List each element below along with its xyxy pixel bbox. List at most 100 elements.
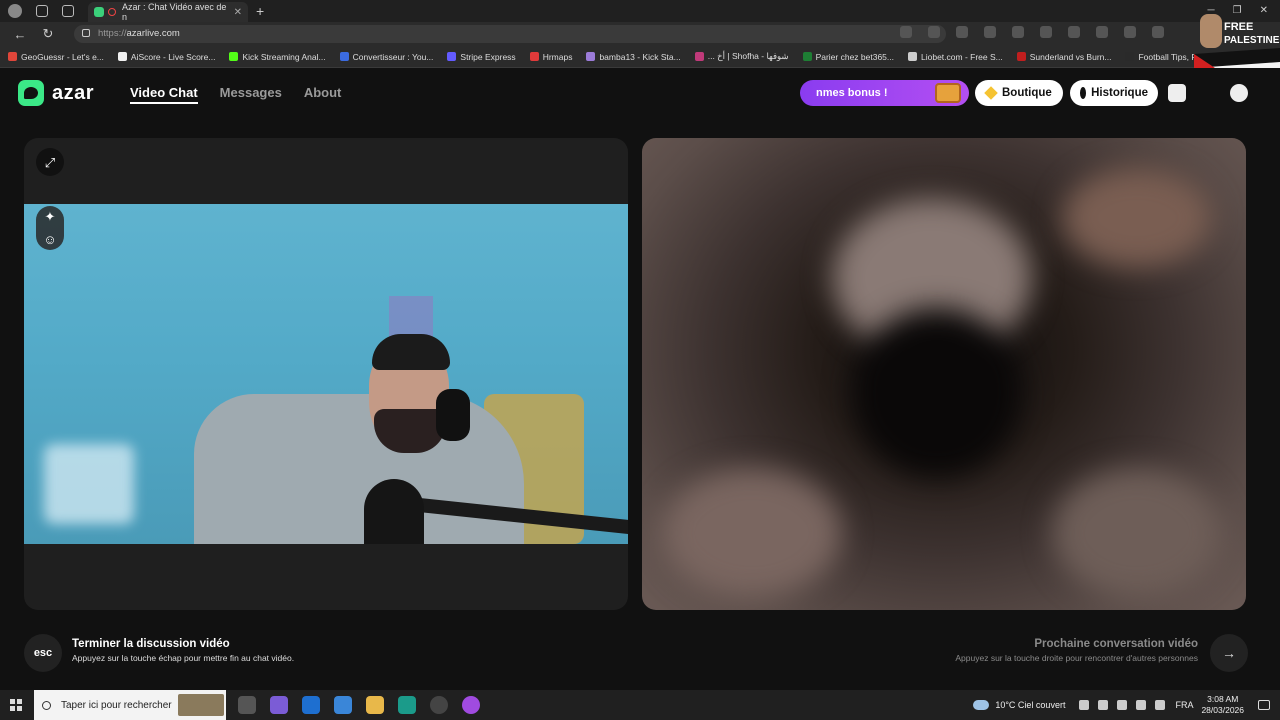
- bookmark-item[interactable]: GeoGuessr - Let's e...: [8, 52, 104, 62]
- bookmark-item[interactable]: Hrmaps: [529, 51, 573, 62]
- language-indicator[interactable]: FRA: [1175, 700, 1193, 710]
- clock[interactable]: 3:08 AM 28/03/2026: [1201, 694, 1244, 716]
- extension-icon[interactable]: [1068, 26, 1080, 38]
- windows-taskbar: Taper ici pour rechercher 10°C Ciel couv…: [0, 690, 1280, 720]
- clock-date: 28/03/2026: [1201, 705, 1244, 715]
- bookmark-favicon-icon: [908, 52, 917, 61]
- inbox-icon[interactable]: [1168, 84, 1186, 102]
- extension-icon[interactable]: [1012, 26, 1024, 38]
- extension-icon[interactable]: [1040, 26, 1052, 38]
- obs-icon[interactable]: [430, 696, 448, 714]
- chevron-up-icon[interactable]: [1079, 700, 1090, 710]
- bookmark-item[interactable]: Liobet.com - Free S...: [908, 52, 1003, 62]
- back-icon[interactable]: ←: [12, 27, 28, 42]
- clock-icon: [1080, 87, 1087, 99]
- bookmark-item[interactable]: Sunderland vs Burn...: [1016, 51, 1112, 62]
- reload-icon[interactable]: ↻: [40, 26, 56, 42]
- copilot-icon[interactable]: [270, 696, 288, 714]
- arrow-right-icon: →: [1222, 645, 1236, 661]
- bookmark-label: Parier chez bet365...: [815, 51, 894, 62]
- new-tab-icon[interactable]: +: [256, 3, 264, 19]
- nav-video-chat[interactable]: Video Chat: [130, 85, 198, 104]
- main-nav: Video Chat Messages About: [130, 85, 341, 104]
- magic-wand-icon[interactable]: ✦: [45, 210, 56, 223]
- bonus-banner[interactable]: nmes bonus !: [800, 80, 969, 106]
- file-explorer-icon[interactable]: [366, 696, 384, 714]
- download-icon[interactable]: [1152, 26, 1164, 38]
- boutique-label: Boutique: [1002, 87, 1052, 99]
- edge-icon[interactable]: [398, 696, 416, 714]
- my-camera-feed: [24, 204, 628, 544]
- network-icon[interactable]: [1136, 700, 1147, 710]
- nav-about[interactable]: About: [304, 85, 342, 104]
- bookmark-label: Sunderland vs Burn...: [1029, 51, 1112, 62]
- flag-text-free: FREE: [1224, 21, 1253, 33]
- task-view-icon[interactable]: [238, 696, 256, 714]
- expand-button[interactable]: ⤢: [36, 148, 64, 176]
- azar-logo[interactable]: azar: [18, 80, 94, 106]
- bookmark-item[interactable]: Kick Streaming Anal...: [229, 52, 326, 62]
- blurred-region: [1062, 168, 1212, 268]
- browser-toolbar-icons: [900, 26, 1164, 38]
- notification-icon[interactable]: [1258, 700, 1270, 710]
- store-icon[interactable]: [334, 696, 352, 714]
- lock-icon: [82, 29, 90, 37]
- volume-icon[interactable]: [1155, 700, 1166, 710]
- search-highlight-image: [178, 694, 224, 716]
- boutique-button[interactable]: Boutique: [975, 80, 1063, 106]
- end-chat-hint: Terminer la discussion vidéo Appuyez sur…: [72, 638, 294, 663]
- system-tray: 10°C Ciel couvert FRA 3:08 AM 28/03/2026: [973, 690, 1280, 720]
- bookmark-label: Hrmaps: [542, 51, 573, 62]
- recording-icon: [107, 8, 116, 16]
- tab-actions-icon[interactable]: [62, 5, 74, 17]
- bookmark-label: Convertisseur : You...: [352, 51, 434, 62]
- cast-icon[interactable]: [900, 26, 912, 38]
- app-icon[interactable]: [928, 26, 940, 38]
- blurred-region: [1052, 468, 1222, 598]
- azar-logo-icon: [18, 80, 44, 106]
- bookmark-item[interactable]: Convertisseur : You...: [339, 51, 434, 62]
- clock-time: 3:08 AM: [1207, 694, 1239, 704]
- browser-tab-active[interactable]: Azar : Chat Vidéo avec de n ✕: [88, 2, 248, 22]
- extension-icon[interactable]: [984, 26, 996, 38]
- azar-favicon-icon: [94, 7, 104, 17]
- bookmark-favicon-icon: [339, 52, 349, 61]
- taskbar-apps: [238, 696, 480, 714]
- blurred-region: [662, 468, 842, 598]
- bonus-label: nmes bonus !: [816, 87, 888, 99]
- app-icon[interactable]: [462, 696, 480, 714]
- expand-icon: ⤢: [44, 154, 56, 170]
- bookmark-item[interactable]: Stripe Express: [447, 52, 516, 62]
- bookmark-item[interactable]: AiScore - Live Score...: [117, 51, 216, 62]
- profile-icon[interactable]: [8, 4, 22, 18]
- url-field[interactable]: https://azarlive.com: [74, 25, 946, 43]
- esc-button[interactable]: esc: [24, 634, 62, 672]
- split-view-icon[interactable]: [1124, 26, 1136, 38]
- workspaces-icon[interactable]: [36, 5, 48, 17]
- next-button[interactable]: →: [1210, 634, 1248, 672]
- search-icon: [42, 700, 51, 710]
- search-placeholder: Taper ici pour rechercher: [61, 699, 172, 711]
- weather-widget[interactable]: 10°C Ciel couvert: [973, 700, 1065, 710]
- tab-title: Azar : Chat Vidéo avec de n: [121, 2, 227, 22]
- microphone: [364, 479, 424, 544]
- blurred-region: [852, 308, 1022, 478]
- microphone-icon[interactable]: [1117, 700, 1128, 710]
- bookmark-item[interactable]: bamba13 - Kick Sta...: [586, 52, 681, 62]
- bookmark-item[interactable]: Parier chez bet365...: [802, 51, 894, 62]
- bookmark-label: AiScore - Live Score...: [130, 51, 216, 62]
- extension-icon[interactable]: [1096, 26, 1108, 38]
- nav-messages[interactable]: Messages: [220, 85, 282, 104]
- app-tray-icon[interactable]: [1098, 700, 1109, 710]
- outlook-icon[interactable]: [302, 696, 320, 714]
- smiley-icon[interactable]: ☺: [43, 233, 56, 246]
- historique-button[interactable]: Historique: [1070, 80, 1158, 106]
- start-button[interactable]: [0, 690, 32, 720]
- close-tab-icon[interactable]: ✕: [234, 7, 242, 18]
- star-icon[interactable]: [956, 26, 968, 38]
- bookmark-item[interactable]: ... أخ | Shofha - شوفها: [694, 51, 789, 62]
- bookmark-favicon-icon: [802, 52, 812, 61]
- taskbar-search[interactable]: Taper ici pour rechercher: [34, 690, 226, 720]
- profile-avatar-icon[interactable]: [1230, 84, 1248, 102]
- url-protocol: https://: [98, 28, 127, 39]
